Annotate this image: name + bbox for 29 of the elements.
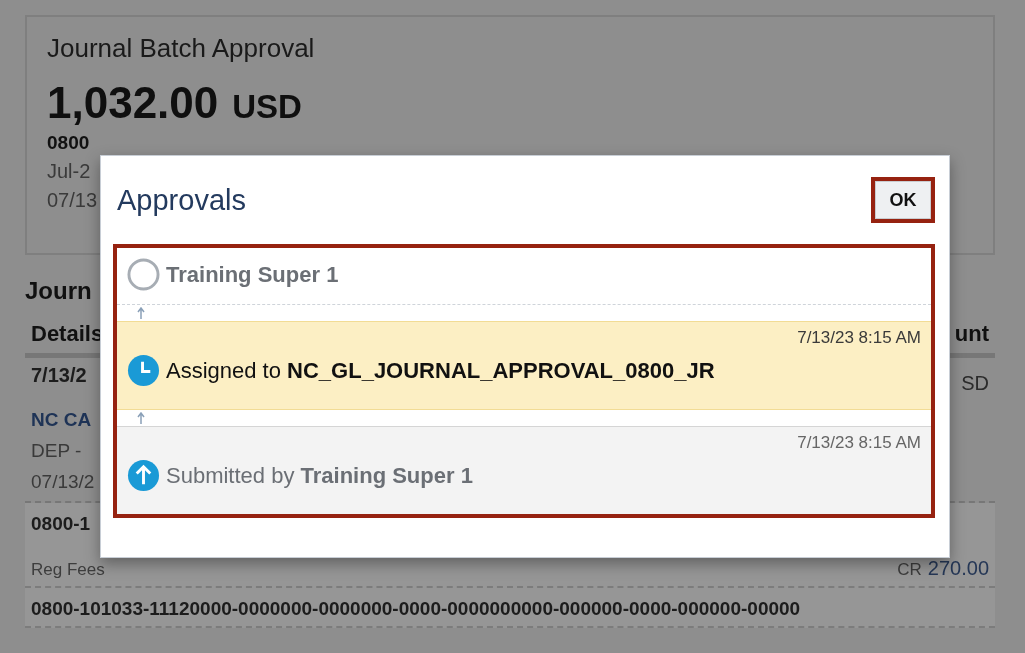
account-code: 0800-1 (31, 513, 92, 535)
line-description: Reg Fees (31, 560, 105, 580)
currency: USD (232, 88, 302, 126)
circle-icon (127, 258, 160, 291)
table-cell: SD (961, 372, 989, 395)
column-header: Details (31, 321, 104, 347)
dialog-title: Approvals (117, 183, 246, 217)
cr-label: CR (897, 560, 922, 580)
table-cell: 07/13/2 (31, 471, 95, 493)
total-amount: 1,032.00 (47, 78, 219, 128)
account-code: 0800-101033-11120000-0000000-0000000-0000-0000000000-000000-0000-000000-00000 (31, 598, 802, 620)
step-time: 7/13/23 8:15 AM (796, 328, 921, 348)
clock-icon (127, 354, 160, 387)
batch-description: 0800 (47, 132, 90, 154)
connector-arrow-icon (137, 307, 145, 319)
table-cell: DEP - (31, 440, 82, 462)
table-cell-text: 7/13/2 (31, 364, 87, 388)
step-text: Submitted by Training Super 1 (166, 462, 473, 489)
period-text: Jul-2 (47, 160, 91, 183)
step-text: Assigned to NC_GL_JOURNAL_APPROVAL_0800_JR (166, 357, 715, 384)
ok-button[interactable]: OK (875, 181, 931, 219)
step-time: 7/13/23 8:15 AM (796, 433, 921, 453)
page-title: Journal Batch Approval (47, 33, 315, 64)
entry-link[interactable]: NC CA (31, 409, 92, 431)
line-amount: 270.00 (927, 557, 989, 580)
connector-arrow-icon (137, 412, 145, 424)
step-text: Training Super 1 (166, 261, 339, 288)
column-header: unt (954, 321, 989, 347)
date-text: 07/13 (47, 189, 98, 212)
